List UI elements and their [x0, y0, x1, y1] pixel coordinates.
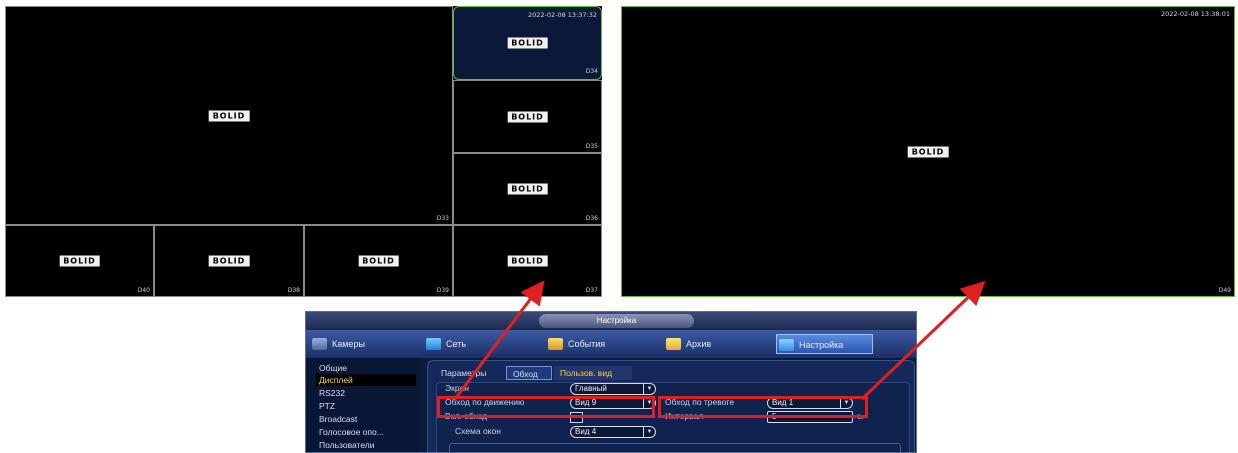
- arrow-to-multi-view: [453, 280, 545, 400]
- arrow-to-single-view: [860, 280, 986, 401]
- annotation-arrows: [453, 280, 986, 401]
